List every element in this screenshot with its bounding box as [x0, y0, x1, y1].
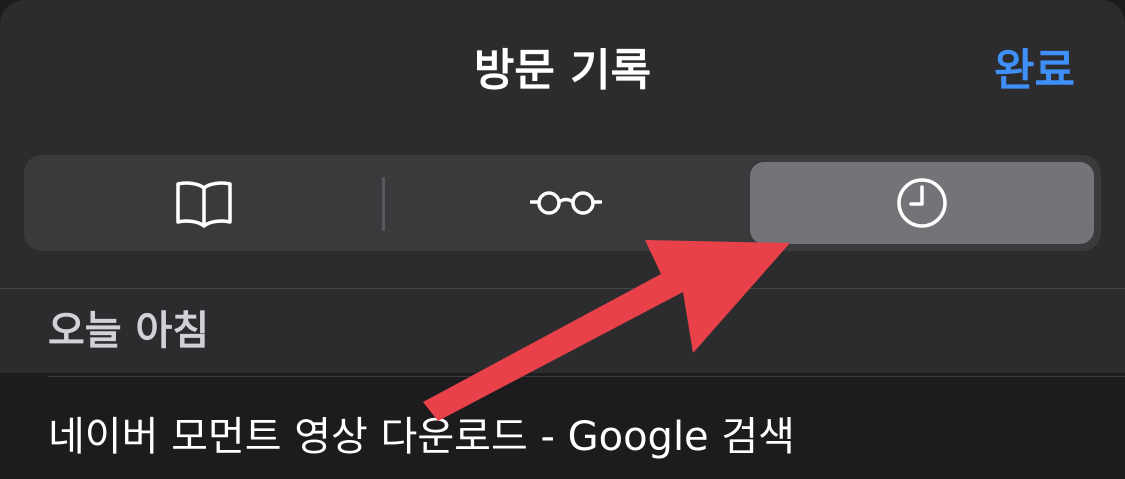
page-title: 방문 기록 — [473, 45, 652, 96]
tab-reading-list[interactable] — [383, 155, 749, 251]
section-label: 오늘 아침 — [48, 308, 210, 354]
glasses-icon — [530, 191, 602, 215]
clock-icon — [897, 178, 947, 228]
section-header: 오늘 아침 — [0, 289, 1125, 373]
history-item[interactable]: 네이버 모먼트 영상 다운로드 - Google 검색 — [48, 407, 795, 467]
tab-history[interactable] — [750, 162, 1094, 244]
book-icon — [175, 181, 232, 228]
segmented-control — [24, 155, 1101, 251]
history-list: 네이버 모먼트 영상 다운로드 - Google 검색 — [0, 373, 1125, 479]
done-button[interactable]: 완료 — [994, 38, 1075, 104]
row-divider — [48, 376, 1125, 377]
history-sheet: 방문 기록 완료 오늘 아침 네이버 모먼트 영상 다운로드 - Google … — [0, 0, 1125, 479]
screen: 방문 기록 완료 오늘 아침 네이버 모먼트 영상 다운로드 - Google … — [0, 0, 1125, 479]
tab-bookmarks[interactable] — [24, 155, 383, 251]
